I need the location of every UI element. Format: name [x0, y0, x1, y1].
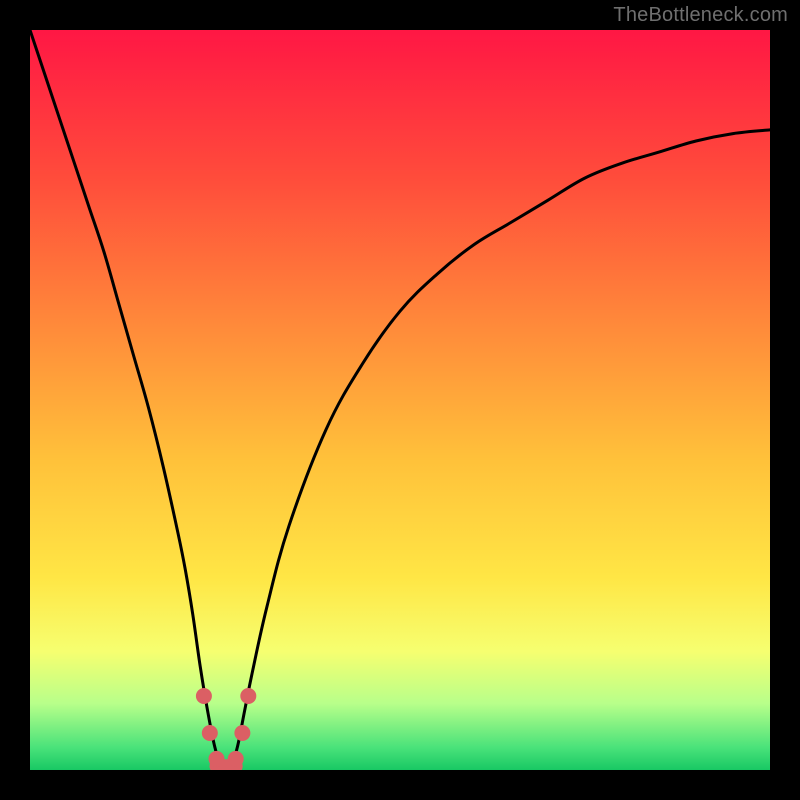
gradient-background [30, 30, 770, 770]
plot-area [30, 30, 770, 770]
chart-svg [30, 30, 770, 770]
highlight-dot [228, 751, 244, 767]
highlight-dot [196, 688, 212, 704]
chart-frame: TheBottleneck.com [0, 0, 800, 800]
highlight-dot [240, 688, 256, 704]
watermark-label: TheBottleneck.com [613, 4, 788, 27]
highlight-dot [234, 725, 250, 741]
highlight-dot [208, 751, 224, 767]
highlight-dot [202, 725, 218, 741]
